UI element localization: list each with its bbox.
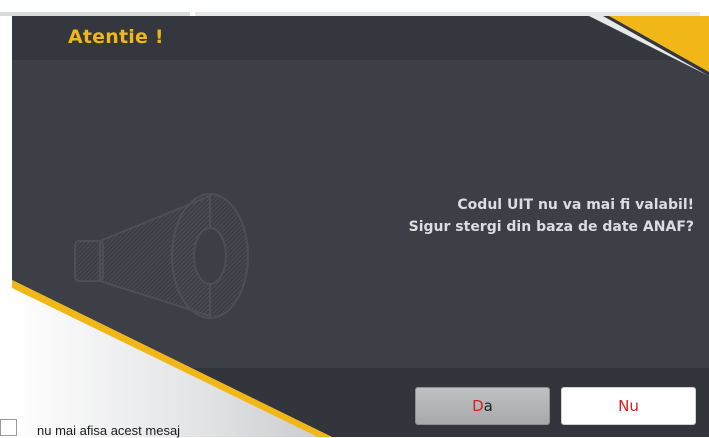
- da-button[interactable]: Da: [415, 387, 550, 425]
- confirm-dialog: Atentie ! Codul UIT nu va mai fi valabil…: [12, 16, 709, 437]
- top-window-strip: [0, 0, 709, 16]
- nu-button[interactable]: Nu: [561, 387, 696, 425]
- bottom-accent-shape: [12, 280, 332, 437]
- dont-show-again-label[interactable]: nu mai afisa acest mesaj: [37, 423, 180, 438]
- da-accelerator-letter: D: [472, 397, 484, 415]
- da-label-rest: a: [483, 397, 493, 415]
- dont-show-again-checkbox[interactable]: [0, 419, 17, 436]
